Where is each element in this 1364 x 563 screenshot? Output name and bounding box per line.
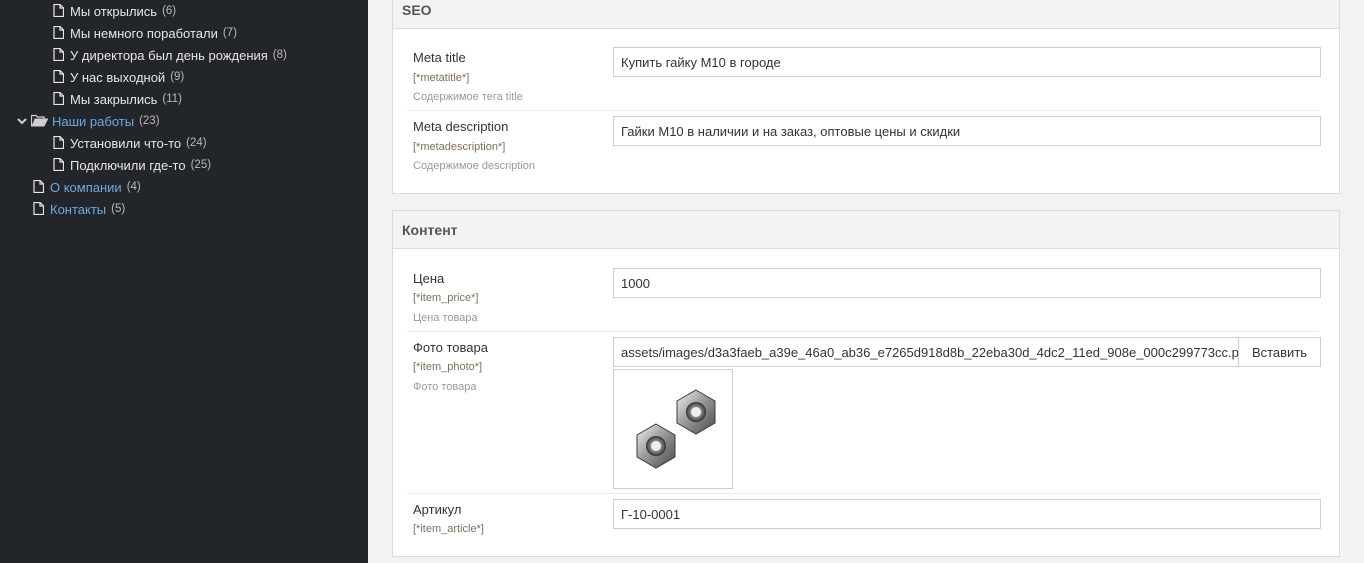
tree-item-id: (25) xyxy=(190,159,212,171)
photo-path-input[interactable]: assets/images/d3a3faeb_a39e_46a0_ab36_e7… xyxy=(613,337,1239,367)
content-panel: Контент Цена [*item_price*] Цена товара … xyxy=(392,210,1340,557)
tree-item-id: (11) xyxy=(162,93,182,105)
tree-item-id: (24) xyxy=(186,137,207,149)
meta-title-field: Meta title [*metatitle*] Содержимое тега… xyxy=(393,38,1339,107)
tree-item-label: О компании xyxy=(50,179,122,195)
content-panel-header: Контент xyxy=(393,211,1339,249)
seo-panel-title: SEO xyxy=(402,1,432,18)
tree-item-dayoff[interactable]: У нас выходной (9) xyxy=(53,66,184,88)
resource-tree-sidebar: Мы открылись (6) Мы немного поработали (… xyxy=(0,0,368,563)
photo-field: Фото товара [*item_photo*] Фото товара a… xyxy=(393,328,1339,492)
document-icon xyxy=(33,201,46,217)
tree-item-id: (23) xyxy=(139,115,160,127)
tree-item-connected[interactable]: Подключили где-то (25) xyxy=(53,154,211,176)
tree-item-contacts[interactable]: Контакты (5) xyxy=(33,198,125,220)
document-icon xyxy=(53,157,66,173)
tree-item-about[interactable]: О компании (4) xyxy=(33,176,141,198)
article-label: Артикул xyxy=(413,502,462,517)
tree-item-id: (4) xyxy=(126,181,141,193)
tree-item-label: У директора был день рождения xyxy=(70,47,268,63)
meta-description-tv: [*metadescription*] xyxy=(413,141,506,153)
tree-item-id: (9) xyxy=(170,71,185,83)
tree-item-label: Установили что-то xyxy=(70,135,182,151)
price-desc: Цена товара xyxy=(413,312,478,324)
tree-item-label: Мы закрылись xyxy=(70,91,158,107)
tree-folder-our-works[interactable]: Наши работы (23) xyxy=(16,110,160,132)
meta-description-desc: Содержимое description xyxy=(413,160,536,172)
document-icon xyxy=(53,69,66,85)
product-photo-thumbnail[interactable] xyxy=(613,369,733,489)
document-icon xyxy=(53,47,66,63)
document-icon xyxy=(53,91,66,107)
meta-description-input[interactable]: Гайки М10 в наличии и на заказ, оптовые … xyxy=(613,116,1321,146)
chevron-down-icon[interactable] xyxy=(16,115,28,127)
tree-item-id: (8) xyxy=(272,49,287,61)
meta-title-tv: [*metatitle*] xyxy=(413,72,470,84)
meta-title-label: Meta title xyxy=(413,50,466,65)
tree-item-id: (7) xyxy=(222,27,237,39)
document-icon xyxy=(53,25,66,41)
tree-item-label: У нас выходной xyxy=(70,69,166,85)
hex-nuts-image xyxy=(636,389,716,469)
document-icon xyxy=(33,179,46,195)
tree-item-installed[interactable]: Установили что-то (24) xyxy=(53,132,207,154)
tree-item-id: (6) xyxy=(162,5,177,17)
price-tv: [*item_price*] xyxy=(413,292,479,304)
content-panel-title: Контент xyxy=(402,221,458,238)
price-field: Цена [*item_price*] Цена товара 1000 xyxy=(393,259,1339,331)
tree-item-worked[interactable]: Мы немного поработали (7) xyxy=(53,22,237,44)
document-icon xyxy=(53,3,66,19)
tree-item-label: Мы открылись xyxy=(70,3,158,19)
tree-item-opened[interactable]: Мы открылись (6) xyxy=(53,0,176,22)
seo-panel-header: SEO xyxy=(393,0,1339,29)
tree-item-birthday[interactable]: У директора был день рождения (8) xyxy=(53,44,287,66)
meta-title-input[interactable]: Купить гайку М10 в городе xyxy=(613,47,1321,77)
price-input[interactable]: 1000 xyxy=(613,268,1321,298)
meta-description-field: Meta description [*metadescription*] Сод… xyxy=(393,107,1339,176)
article-field: Артикул [*item_article*] Г-10-0001 xyxy=(393,490,1339,550)
tree-item-closed[interactable]: Мы закрылись (11) xyxy=(53,88,182,110)
photo-label: Фото товара xyxy=(413,340,488,355)
meta-title-desc: Содержимое тега title xyxy=(413,91,523,103)
main-content: SEO Meta title [*metatitle*] Содержимое … xyxy=(368,0,1364,563)
article-tv: [*item_article*] xyxy=(413,523,484,535)
photo-desc: Фото товара xyxy=(413,381,477,393)
tree-item-label: Подключили где-то xyxy=(70,157,186,173)
tree-item-label: Наши работы xyxy=(52,113,135,129)
tree-item-label: Контакты xyxy=(50,201,107,217)
folder-open-icon xyxy=(31,114,48,129)
document-icon xyxy=(53,135,66,151)
tree-item-id: (5) xyxy=(111,203,126,215)
photo-tv: [*item_photo*] xyxy=(413,361,483,373)
article-input[interactable]: Г-10-0001 xyxy=(613,499,1321,529)
tree-item-label: Мы немного поработали xyxy=(70,25,218,41)
price-label: Цена xyxy=(413,271,445,286)
seo-panel: SEO Meta title [*metatitle*] Содержимое … xyxy=(392,0,1340,194)
insert-image-button[interactable]: Вставить xyxy=(1238,337,1321,367)
meta-description-label: Meta description xyxy=(413,119,509,134)
